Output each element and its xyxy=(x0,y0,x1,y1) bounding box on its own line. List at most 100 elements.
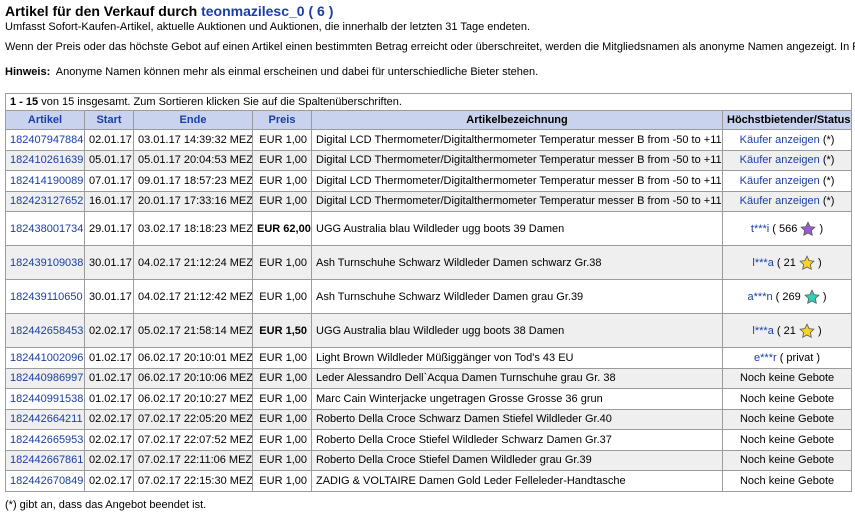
table-row: 182442670849 02.02.17 07.02.17 22:15:30 ME… xyxy=(5,470,853,492)
start-date: 01.02.17 xyxy=(84,367,134,389)
end-date: 05.02.17 21:58:14 MEZ xyxy=(133,313,253,348)
column-header-ende[interactable]: Ende xyxy=(133,110,253,130)
item-id-link[interactable]: 182442665953 xyxy=(10,434,83,446)
column-header-start[interactable]: Start xyxy=(84,110,134,130)
status-cell: Noch keine Gebote xyxy=(721,367,853,389)
price: EUR 62,00 xyxy=(252,211,312,246)
item-id-cell[interactable]: 182441002096 xyxy=(5,347,85,369)
item-id-link[interactable]: 182439110650 xyxy=(10,291,83,303)
price: EUR 1,50 xyxy=(252,313,312,348)
table-row: 182423127652 16.01.17 20.01.17 17:33:16 ME… xyxy=(5,190,853,212)
feedback-score: 6 xyxy=(317,3,325,19)
item-id-cell[interactable]: 182440991538 xyxy=(5,388,85,410)
status-link[interactable]: Käufer anzeigen xyxy=(740,134,820,146)
item-title: Roberto Della Croce Schwarz Damen Stiefe… xyxy=(311,408,723,430)
start-date: 02.02.17 xyxy=(84,313,134,348)
item-id-link[interactable]: 182407947884 xyxy=(10,134,83,146)
column-header-bezeichnung: Artikelbezeichnung xyxy=(311,110,723,130)
feedback-score-link[interactable]: ( 6 ) xyxy=(308,3,333,19)
start-date: 30.01.17 xyxy=(84,279,134,314)
end-date: 04.02.17 21:12:42 MEZ xyxy=(133,279,253,314)
bidder-link[interactable]: a***n xyxy=(748,290,773,302)
item-id-cell[interactable]: 182442665953 xyxy=(5,429,85,451)
end-date: 06.02.17 20:10:27 MEZ xyxy=(133,388,253,410)
item-id-link[interactable]: 182439109038 xyxy=(10,257,83,269)
item-id-cell[interactable]: 182410261639 xyxy=(5,149,85,171)
start-date: 02.02.17 xyxy=(84,408,134,430)
item-title: Ash Turnschuhe Schwarz Wildleder Damen s… xyxy=(311,245,723,280)
status-suffix: (*) xyxy=(822,133,835,146)
price: EUR 1,00 xyxy=(252,388,312,410)
start-date: 30.01.17 xyxy=(84,245,134,280)
item-id-cell[interactable]: 182438001734 xyxy=(5,211,85,246)
table-row: 182442667861 02.02.17 07.02.17 22:11:06 ME… xyxy=(5,449,853,471)
rating-open: ( xyxy=(308,3,314,19)
price: EUR 1,00 xyxy=(252,367,312,389)
item-id-cell[interactable]: 182423127652 xyxy=(5,190,85,212)
end-date: 04.02.17 21:12:24 MEZ xyxy=(133,245,253,280)
item-id-link[interactable]: 182440986997 xyxy=(10,372,83,384)
summary-range: 1 - 15 xyxy=(10,96,39,108)
summary-text: von 15 insgesamt. Zum Sortieren klicken … xyxy=(41,96,402,108)
item-id-link[interactable]: 182442667861 xyxy=(10,454,83,466)
item-id-link[interactable]: 182410261639 xyxy=(10,154,83,166)
status-link[interactable]: Käufer anzeigen xyxy=(740,154,820,166)
status-link[interactable]: Käufer anzeigen xyxy=(740,175,820,187)
bidder-link[interactable]: l***a xyxy=(752,256,773,268)
price: EUR 1,00 xyxy=(252,245,312,280)
status-cell: Noch keine Gebote xyxy=(721,429,853,451)
item-title: Digital LCD Thermometer/Digitalthermomet… xyxy=(311,190,723,212)
item-id-cell[interactable]: 182442664211 xyxy=(5,408,85,430)
start-date: 05.01.17 xyxy=(84,149,134,171)
end-date: 05.01.17 20:04:53 MEZ xyxy=(133,149,253,171)
bidder-score-close: ) xyxy=(819,222,824,235)
bidder-score-open: ( xyxy=(776,324,781,337)
table-row: 182414190089 07.01.17 09.01.17 18:57:23 ME… xyxy=(5,170,853,192)
status-suffix: (*) xyxy=(822,174,835,187)
table-row: 182439110650 30.01.17 04.02.17 21:12:42 ME… xyxy=(5,279,853,314)
item-id-link[interactable]: 182423127652 xyxy=(10,195,83,207)
table-row: 182442658453 02.02.17 05.02.17 21:58:14 ME… xyxy=(5,313,853,348)
price: EUR 1,00 xyxy=(252,190,312,212)
price: EUR 1,00 xyxy=(252,449,312,471)
item-id-cell[interactable]: 182414190089 xyxy=(5,170,85,192)
end-date: 07.02.17 22:11:06 MEZ xyxy=(133,449,253,471)
seller-link[interactable]: teonmazilesc_0 xyxy=(201,3,305,19)
bidder-score: 269 xyxy=(782,290,801,303)
item-id-cell[interactable]: 182442667861 xyxy=(5,449,85,471)
bidder-link[interactable]: l***a xyxy=(752,324,773,336)
page-subtitle: Umfasst Sofort-Kaufen-Artikel, aktuelle … xyxy=(5,21,531,33)
status-cell: e***r ( privat ) xyxy=(721,347,853,369)
table-row: 182442665953 02.02.17 07.02.17 22:07:52 ME… xyxy=(5,429,853,451)
status-cell: Käufer anzeigen (*) xyxy=(721,170,853,192)
item-id-cell[interactable]: 182442670849 xyxy=(5,470,85,492)
status-cell: Noch keine Gebote xyxy=(721,470,853,492)
item-id-cell[interactable]: 182439110650 xyxy=(5,279,85,314)
item-id-cell[interactable]: 182442658453 xyxy=(5,313,85,348)
item-id-link[interactable]: 182442670849 xyxy=(10,475,83,487)
bidder-score: 566 xyxy=(779,222,798,235)
bidder-link[interactable]: t***i xyxy=(751,222,769,234)
item-title: Digital LCD Thermometer/Digitalthermomet… xyxy=(311,149,723,171)
column-header-preis[interactable]: Preis xyxy=(252,110,312,130)
item-id-link[interactable]: 182440991538 xyxy=(10,393,83,405)
table-row: 182440986997 01.02.17 06.02.17 20:10:06 ME… xyxy=(5,367,853,389)
item-id-link[interactable]: 182441002096 xyxy=(10,352,83,364)
start-date: 02.01.17 xyxy=(84,129,134,151)
status-link[interactable]: e***r xyxy=(754,352,777,364)
item-id-cell[interactable]: 182440986997 xyxy=(5,367,85,389)
item-id-link[interactable]: 182414190089 xyxy=(10,175,83,187)
item-id-link[interactable]: 182438001734 xyxy=(10,223,83,235)
status-text: Noch keine Gebote xyxy=(739,413,835,426)
item-id-link[interactable]: 182442658453 xyxy=(10,325,83,337)
start-date: 01.02.17 xyxy=(84,347,134,369)
item-title: Light Brown Wildleder Müßiggänger von To… xyxy=(311,347,723,369)
status-cell: Käufer anzeigen (*) xyxy=(721,190,853,212)
column-header-artikel[interactable]: Artikel xyxy=(5,110,85,130)
purple-star-icon xyxy=(800,220,817,236)
status-link[interactable]: Käufer anzeigen xyxy=(740,195,820,207)
item-title: Leder Alessandro Dell`Acqua Damen Turnsc… xyxy=(311,367,723,389)
item-id-cell[interactable]: 182439109038 xyxy=(5,245,85,280)
item-id-link[interactable]: 182442664211 xyxy=(10,413,83,425)
item-id-cell[interactable]: 182407947884 xyxy=(5,129,85,151)
